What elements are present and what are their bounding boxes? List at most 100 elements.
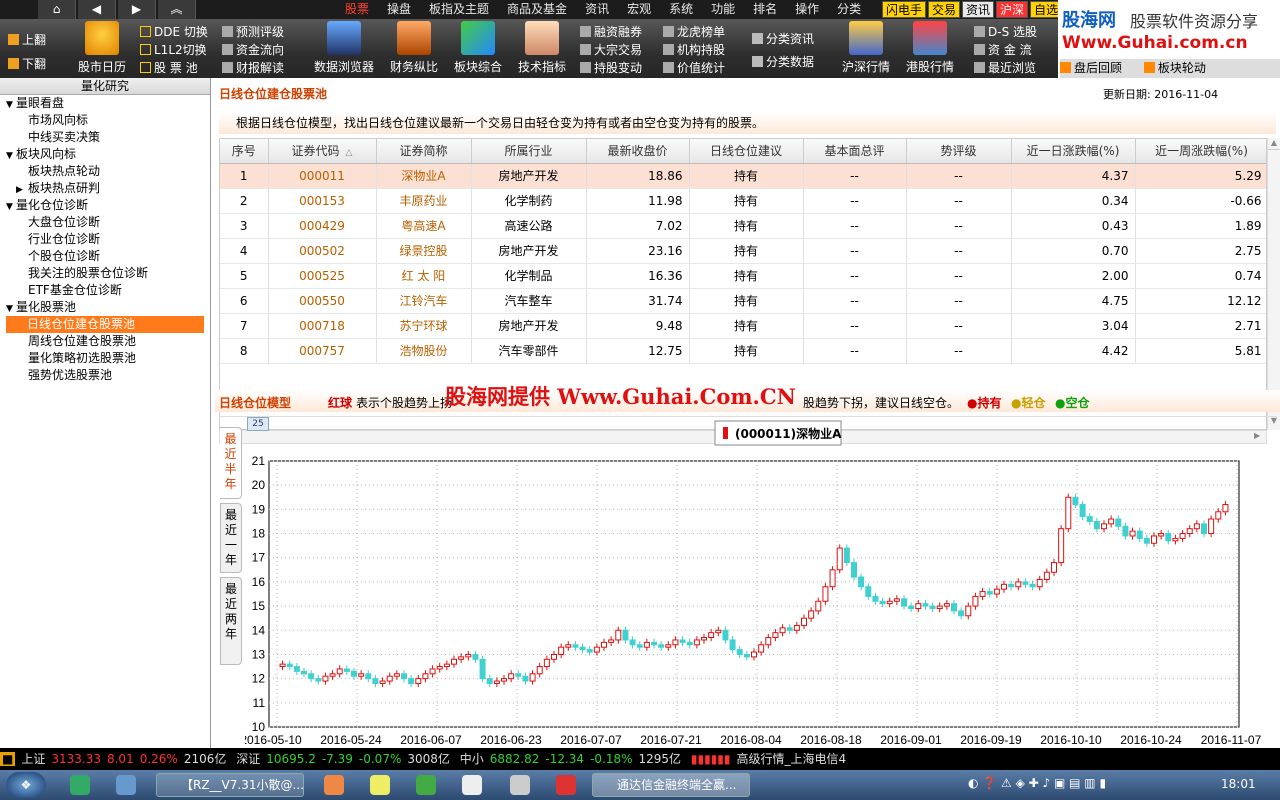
tree-item-7[interactable]: 大盘仓位诊断 [0,214,210,231]
tab-two-years[interactable]: 最近两年 [220,577,242,665]
forecast-button[interactable]: 预测评级 [222,23,284,40]
home-icon[interactable]: ⌂ [38,0,76,19]
menu-item-5[interactable]: 宏观 [618,0,660,19]
inst-holding-button[interactable]: 机构持股 [663,41,725,58]
sector-rotation-button[interactable]: 板块轮动 [1143,61,1206,75]
column-header-2[interactable]: 证券简称 [376,139,472,164]
vertical-scrollbar[interactable]: ▲ ▼ [1267,138,1280,430]
tech-indicator-button[interactable]: 技术指标 [516,21,568,75]
capital-button[interactable]: 资 金 流 [974,41,1032,58]
block-trade-button[interactable]: 大宗交易 [580,41,642,58]
tree-item-15[interactable]: 量化策略初选股票池 [0,350,210,367]
scroll-up-icon[interactable]: ▲ [1268,138,1280,150]
tree-item-8[interactable]: 行业仓位诊断 [0,231,210,248]
menu-item-9[interactable]: 操作 [786,0,828,19]
column-header-6[interactable]: 基本面总评 [803,139,907,164]
tree-item-9[interactable]: 个股仓位诊断 [0,248,210,265]
value-stats-button[interactable]: 价值统计 [663,59,725,76]
tree-item-10[interactable]: 我关注的股票仓位诊断 [0,265,210,282]
column-header-3[interactable]: 所属行业 [471,139,587,164]
column-header-0[interactable]: 序号 [220,139,269,164]
browser-icon[interactable] [70,775,90,795]
folder-icon[interactable] [370,775,390,795]
ds-select-button[interactable]: D-S 选股 [974,23,1037,40]
calc-icon[interactable] [462,775,482,795]
media-icon[interactable] [324,775,344,795]
menu-item-8[interactable]: 排名 [744,0,786,19]
tree-item-2[interactable]: 中线买卖决策 [0,129,210,146]
financial-compare-button[interactable]: 财务纵比 [387,21,441,75]
menu-item-3[interactable]: 商品及基金 [498,0,576,19]
table-row[interactable]: 6 000550 江铃汽车 汽车整车 31.74 持有 -- -- 4.75 12.12 [220,288,1266,314]
menu-item-4[interactable]: 资讯 [576,0,618,19]
dde-switch-button[interactable]: DDE 切换 [140,23,208,40]
menu-item-7[interactable]: 功能 [702,0,744,19]
sort-icon[interactable]: △ [346,148,353,158]
dragon-tiger-button[interactable]: 龙虎榜单 [663,23,725,40]
tree-item-4[interactable]: 板块热点轮动 [0,163,210,180]
column-header-5[interactable]: 日线仓位建议 [689,139,804,164]
globe-icon[interactable] [116,775,136,795]
table-row[interactable]: 7 000718 苏宁环球 房地产开发 9.48 持有 -- -- 3.04 2.71 [220,313,1266,339]
column-header-1[interactable]: 证券代码 △ [268,139,377,164]
menu-item-6[interactable]: 系统 [660,0,702,19]
tab-half-year[interactable]: 最近半年 [220,427,242,499]
table-row[interactable]: 2 000153 丰原药业 化学制药 11.98 持有 -- -- 0.34 -0.66 [220,188,1266,214]
page-up-button[interactable]: 上翻 [8,31,46,48]
review-button[interactable]: 盘后回顾 [1060,61,1122,75]
stock-pool-button[interactable]: 股 票 池 [140,59,198,76]
tab-one-year[interactable]: 最近一年 [220,503,242,573]
tree-item-16[interactable]: 强势优选股票池 [0,367,210,384]
task-rz[interactable]: 【RZ__V7.31小散@... [156,773,304,797]
task-tdx[interactable]: 通达信金融终端全赢... [592,773,750,797]
data-browser-button[interactable]: 数据浏览器 [312,21,376,75]
tool-icon[interactable] [510,775,530,795]
tree-item-14[interactable]: 周线仓位建仓股票池 [0,333,210,350]
category-data-button[interactable]: 分类数据 [752,53,814,70]
quick-button-2[interactable]: 资讯 [962,1,995,18]
column-header-8[interactable]: 近一日涨跌幅(%) [1011,139,1136,164]
column-header-7[interactable]: 势评级 [906,139,1012,164]
holding-change-button[interactable]: 持股变动 [580,59,642,76]
quick-button-0[interactable]: 闪电手 [882,1,927,18]
shsz-quotes-button[interactable]: 沪深行情 [840,21,892,75]
financial-report-button[interactable]: 财报解读 [222,59,284,76]
table-row[interactable]: 5 000525 红 太 阳化学制品 16.36 持有 -- -- 2.00 0.74 [220,263,1266,289]
back-icon[interactable]: ◀ [78,0,116,19]
capital-flow-button[interactable]: 资金流向 [222,41,284,58]
table-row[interactable]: 3 000429 粤高速A 高速公路 7.02 持有 -- -- 0.43 1.89 [220,213,1266,239]
column-header-4[interactable]: 最新收盘价 [586,139,690,164]
forward-icon[interactable]: ▶ [118,0,156,19]
start-button[interactable]: ❖ [6,772,46,798]
hk-quotes-button[interactable]: 港股行情 [904,21,956,75]
quick-button-3[interactable]: 沪深 [996,1,1029,18]
table-row[interactable]: 8 000757 浩物股份 汽车零部件 12.75 持有 -- -- 4.42 5.81 [220,338,1266,364]
tree-item-12[interactable]: ▼ 量化股票池 [0,299,210,316]
menu-item-0[interactable]: 股票 [336,0,378,19]
margin-button[interactable]: 融资融券 [580,23,642,40]
page-down-button[interactable]: 下翻 [8,55,46,72]
app-icon[interactable] [416,775,436,795]
quick-button-1[interactable]: 交易 [928,1,961,18]
menu-item-2[interactable]: 板指及主题 [420,0,498,19]
tree-item-13[interactable]: 日线仓位建仓股票池 [6,316,204,333]
tree-item-1[interactable]: 市场风向标 [0,112,210,129]
tree-item-11[interactable]: ETF基金仓位诊断 [0,282,210,299]
table-row[interactable]: 1 000011 深物业A 房地产开发 18.86 持有 -- -- 4.37 5.29 [220,163,1266,189]
tray-icons[interactable]: ◐ ❓ ⚠ ◈ ✚ ♪ ▣ ▤ ▥ ▮ [968,776,1106,790]
category-news-button[interactable]: 分类资讯 [752,30,814,47]
stock-app-icon[interactable] [556,775,576,795]
tree-item-6[interactable]: ▼ 量化仓位诊断 [0,197,210,214]
recent-browse-button[interactable]: 最近浏览 [974,59,1036,76]
tree-item-3[interactable]: ▼ 板块风向标 [0,146,210,163]
calendar-button[interactable]: 股市日历 [76,21,128,75]
l1l2-switch-button[interactable]: L1L2切换 [140,41,207,58]
tree-item-0[interactable]: ▼ 量眼看盘 [0,95,210,112]
column-header-9[interactable]: 近一周涨跌幅(%) [1135,139,1266,164]
table-row[interactable]: 4 000502 绿景控股 房地产开发 23.16 持有 -- -- 0.70 2.75 [220,238,1266,264]
collapse-icon[interactable]: ︽ [158,0,196,19]
sector-overview-button[interactable]: 板块综合 [452,21,504,75]
menu-item-1[interactable]: 操盘 [378,0,420,19]
tree-item-5[interactable]: ▶ 板块热点研判 [0,180,210,197]
menu-item-10[interactable]: 分类 [828,0,870,19]
